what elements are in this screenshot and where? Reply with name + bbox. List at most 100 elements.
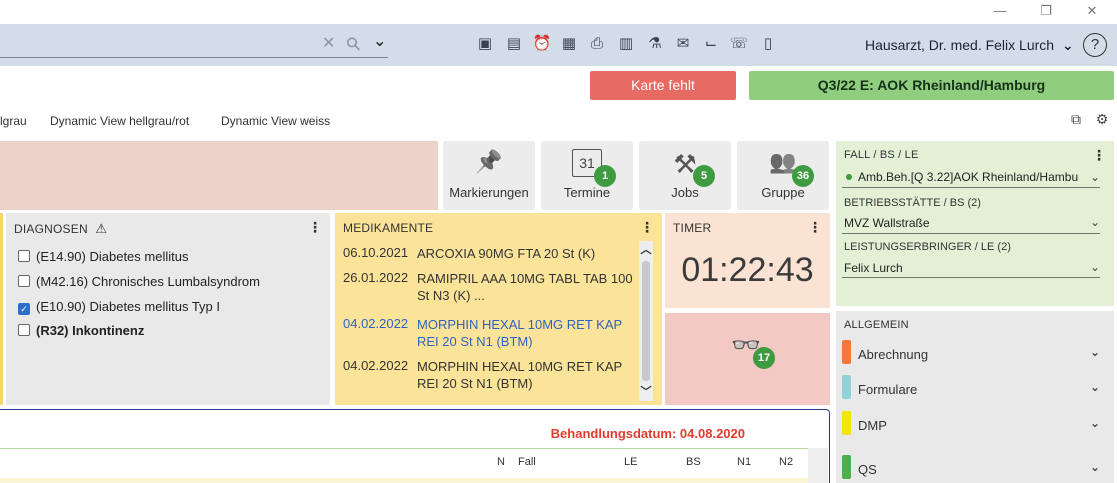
bs-select[interactable]: MVZ Wallstraße — [844, 216, 930, 230]
medikament-name: MORPHIN HEXAL 10MG RET KAP REI 20 St N1 … — [417, 359, 622, 391]
col-header-bs[interactable]: BS — [686, 456, 701, 468]
view-copy-icon[interactable]: ⧉ — [1066, 111, 1086, 129]
scroll-thumb[interactable] — [642, 261, 650, 381]
diagnose-text: (E14.90) Diabetes mellitus — [36, 249, 189, 264]
fall-menu-icon[interactable]: ⋮ — [1092, 147, 1106, 164]
title-bar — [0, 0, 1117, 24]
chevron-down-icon: ⌄ — [1061, 37, 1074, 53]
view-tab-weiss[interactable]: Dynamic View weiss — [221, 114, 330, 128]
toolbar-icon-6[interactable]: ▥ — [614, 33, 638, 55]
diagnose-checkbox[interactable] — [18, 275, 30, 287]
timer-value: 01:22:43 — [681, 251, 814, 289]
hammer-icon: ⚒ — [673, 149, 697, 179]
chevron-down-icon[interactable]: ⌄ — [1090, 215, 1100, 229]
diagnose-checkbox[interactable] — [18, 324, 30, 336]
diagnose-item[interactable]: (M42.16) Chronisches Lumbalsyndrom — [18, 274, 260, 289]
diagnose-item[interactable]: (E14.90) Diabetes mellitus — [18, 249, 188, 264]
binoculars-badge: 17 — [753, 347, 775, 369]
group-icon: 👥 — [769, 149, 797, 174]
toolbar-icon-4[interactable]: ▦ — [557, 33, 581, 55]
left-accent-strip — [0, 213, 3, 405]
allgemein-panel: ALLGEMEIN Abrechnung ⌄ Formulare ⌄ DMP ⌄… — [836, 311, 1114, 483]
color-swatch — [842, 340, 851, 364]
behandlung-panel: Behandlungsdatum: 04.08.2020 — [0, 409, 830, 483]
alarm-clock-icon[interactable]: ⏰ — [530, 33, 554, 55]
diagnose-checkbox[interactable] — [18, 250, 30, 262]
tile-markierungen[interactable]: 📌 Markierungen — [443, 141, 535, 210]
diagnose-text: (R32) Inkontinenz — [36, 323, 145, 338]
divider — [842, 187, 1100, 188]
diagnosen-title: DIAGNOSEN ⚠ — [14, 221, 107, 237]
allgemein-label: Abrechnung — [858, 347, 929, 362]
fall-select[interactable]: Amb.Beh.[Q 3.22]AOK Rheinland/Hambu — [846, 170, 1078, 184]
medikamente-panel: MEDIKAMENTE ⋮ 06.10.2021 ARCOXIA 90MG FT… — [335, 213, 662, 405]
timer-menu-icon[interactable]: ⋮ — [808, 219, 822, 236]
search-dropdown-icon[interactable]: ⌄ — [373, 33, 386, 51]
scroll-down-icon[interactable]: ﹀ — [639, 383, 653, 399]
clear-icon[interactable]: ✕ — [322, 35, 335, 53]
allgemein-title: ALLGEMEIN — [844, 319, 909, 331]
user-menu[interactable]: Hausarzt, Dr. med. Felix Lurch ⌄ — [865, 37, 1074, 54]
mail-icon[interactable]: ✉ — [671, 33, 695, 55]
chart-icon[interactable]: ⌙ — [699, 33, 723, 55]
tile-jobs[interactable]: ⚒ 5 Jobs — [639, 141, 731, 210]
view-tab-grau[interactable]: lgrau — [0, 114, 27, 128]
toolbar-icon-1[interactable]: ▣ — [473, 33, 497, 55]
karte-fehlt-button[interactable]: Karte fehlt — [590, 71, 736, 100]
view-settings-icon[interactable]: ⚙ — [1092, 111, 1112, 129]
medikamente-scrollbar[interactable]: ︿ ﹀ — [639, 241, 653, 401]
le-select[interactable]: Felix Lurch — [844, 261, 903, 275]
search-results-panel[interactable]: 👓 17 — [665, 313, 830, 405]
chevron-down-icon[interactable]: ⌄ — [1090, 460, 1100, 474]
medikament-date: 26.01.2022 — [343, 270, 409, 285]
calendar-icon: 31 — [541, 149, 633, 177]
color-swatch — [842, 455, 851, 479]
minimize-button[interactable]: — — [990, 2, 1010, 20]
quartal-button[interactable]: Q3/22 E: AOK Rheinland/Hamburg — [749, 71, 1114, 100]
chevron-down-icon[interactable]: ⌄ — [1090, 380, 1100, 394]
diagnose-item[interactable]: ✓ (E10.90) Diabetes mellitus Typ I — [18, 299, 220, 315]
tile-termine[interactable]: 31 1 Termine — [541, 141, 633, 210]
divider — [0, 448, 808, 449]
diagnose-item[interactable]: (R32) Inkontinenz — [18, 323, 144, 338]
col-header-n1[interactable]: N1 — [737, 456, 751, 468]
diagnose-text: (M42.16) Chronisches Lumbalsyndrom — [36, 274, 260, 289]
col-header-le[interactable]: LE — [624, 456, 637, 468]
toolbar-icon-2[interactable]: ▤ — [502, 33, 526, 55]
pink-panel — [0, 141, 438, 210]
restore-button[interactable]: ❐ — [1036, 2, 1056, 20]
print-icon[interactable]: ⎙ — [585, 33, 609, 55]
tile-gruppe[interactable]: 👥 36 Gruppe — [737, 141, 829, 210]
tile-label: Markierungen — [449, 185, 529, 200]
medikament-date: 04.02.2022 — [343, 316, 409, 331]
col-header-n2[interactable]: N2 — [779, 456, 793, 468]
help-icon[interactable]: ? — [1083, 33, 1107, 57]
fall-panel: FALL / BS / LE ⋮ Amb.Beh.[Q 3.22]AOK Rhe… — [836, 141, 1114, 306]
chevron-down-icon[interactable]: ⌄ — [1090, 345, 1100, 359]
behandlung-scrollbar[interactable] — [808, 448, 828, 483]
fall-value: Amb.Beh.[Q 3.22]AOK Rheinland/Hambu — [858, 170, 1079, 184]
active-dot — [846, 174, 852, 180]
timer-panel: TIMER ⋮ 01:22:43 — [665, 213, 830, 308]
scroll-up-icon[interactable]: ︿ — [639, 241, 653, 257]
medikamente-menu-icon[interactable]: ⋮ — [640, 219, 654, 236]
diagnosen-menu-icon[interactable]: ⋮ — [308, 219, 322, 236]
chevron-down-icon[interactable]: ⌄ — [1090, 170, 1100, 184]
chat-icon[interactable]: ☏ — [727, 33, 751, 55]
behandlungsdatum: Behandlungsdatum: 04.08.2020 — [550, 426, 745, 441]
medikament-name: ARCOXIA 90MG FTA 20 St (K) — [417, 246, 596, 261]
chevron-down-icon[interactable]: ⌄ — [1090, 260, 1100, 274]
bs-label: BETRIEBSSTÄTTE / BS (2) — [844, 197, 981, 209]
warning-icon[interactable]: ⚠ — [95, 221, 107, 236]
divider — [842, 277, 1100, 278]
diagnose-checkbox-checked[interactable]: ✓ — [18, 303, 30, 315]
table-first-row — [0, 478, 808, 483]
book-icon[interactable]: ▯ — [756, 33, 780, 55]
tile-label: Jobs — [671, 185, 699, 200]
col-header-fall[interactable]: Fall — [518, 456, 536, 468]
chevron-down-icon[interactable]: ⌄ — [1090, 416, 1100, 430]
microscope-icon[interactable]: ⚗ — [643, 33, 667, 55]
view-tab-hellgrau-rot[interactable]: Dynamic View hellgrau/rot — [50, 114, 189, 128]
close-button[interactable]: ✕ — [1082, 2, 1102, 20]
col-header-n[interactable]: N — [497, 456, 505, 468]
